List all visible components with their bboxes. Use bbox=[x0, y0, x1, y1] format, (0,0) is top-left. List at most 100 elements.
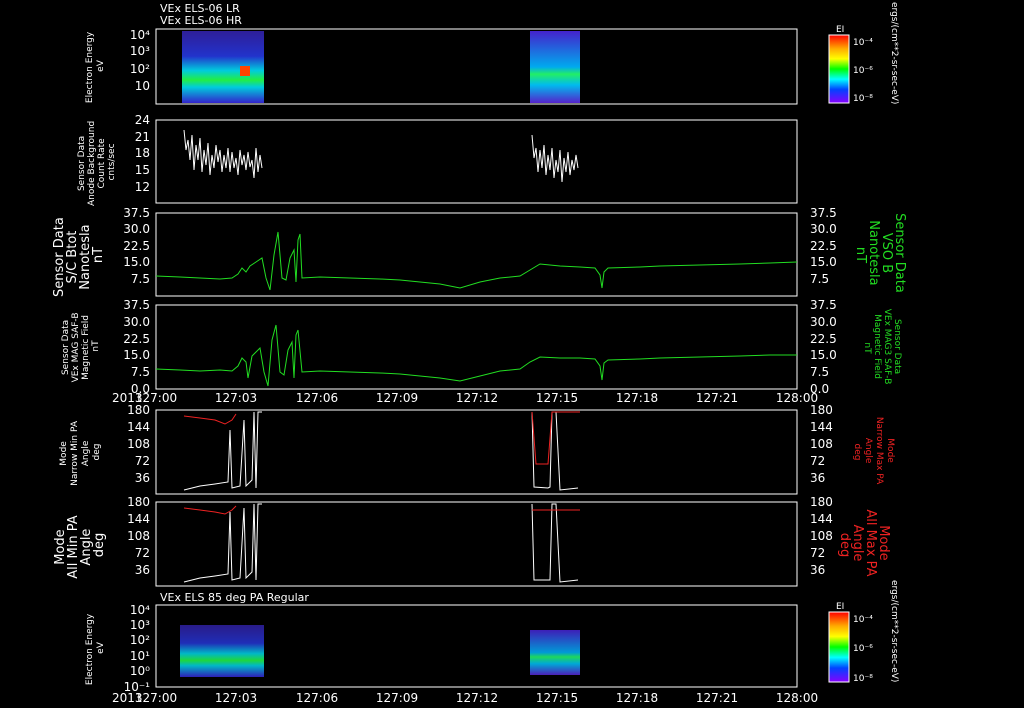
series-line bbox=[531, 411, 579, 491]
panel-narrow-pa: 180 144 108 72 36 180 144 108 72 36 Mode… bbox=[59, 403, 895, 495]
time-tick: 127:03 bbox=[215, 391, 257, 405]
time-tick: 127:21 bbox=[696, 391, 738, 405]
y-tick-right: 72 bbox=[810, 546, 825, 560]
panel-title: VEx ELS 85 deg PA Regular bbox=[160, 591, 309, 604]
time-tick: 127:15 bbox=[536, 691, 578, 705]
y-tick-right: 7.5 bbox=[810, 272, 829, 286]
y-tick: 7.5 bbox=[131, 272, 150, 286]
energy-tick: 10⁴ bbox=[130, 603, 150, 617]
panel-all-pa: 180 144 108 72 36 180 144 108 72 36 Mode… bbox=[53, 495, 891, 587]
y-axis-label: Sensor Data Anode Background Count Rate … bbox=[77, 118, 117, 206]
time-tick: 127:15 bbox=[536, 391, 578, 405]
time-tick: 127:18 bbox=[616, 391, 658, 405]
y-tick: 72 bbox=[135, 546, 150, 560]
panel-count-rate: 24 21 18 15 12 Sensor Data Anode Backgro… bbox=[77, 113, 798, 206]
y-axis-label: Electron Energy eV bbox=[85, 29, 106, 103]
y-tick: 30.0 bbox=[123, 222, 150, 236]
y-tick: 36 bbox=[135, 471, 150, 485]
colorbar-title: EI bbox=[836, 25, 844, 35]
series-line bbox=[155, 324, 797, 387]
spectrogram-hotspot bbox=[240, 66, 250, 76]
y-tick-right: 180 bbox=[810, 495, 833, 509]
colorbar bbox=[828, 34, 850, 104]
y-axis-label: Mode All Min PA Angle deg bbox=[53, 511, 107, 579]
right-axis-label: Mode All Max PA Angle deg bbox=[837, 509, 891, 580]
panel-btot: 37.5 30.0 22.5 15.0 7.5 37.5 30.0 22.5 1… bbox=[52, 206, 907, 297]
y-tick-right: 22.5 bbox=[810, 332, 837, 346]
time-tick: 127:09 bbox=[376, 391, 418, 405]
y-tick-right: 22.5 bbox=[810, 239, 837, 253]
y-tick-right: 144 bbox=[810, 420, 833, 434]
colorbar-tick: 10⁻⁸ bbox=[853, 674, 873, 684]
right-axis-label: Sensor Data VEx MAG3 SAF-B Magnetic Fiel… bbox=[862, 309, 902, 388]
series-line bbox=[531, 503, 579, 583]
series-line bbox=[531, 134, 579, 183]
y-tick: 144 bbox=[127, 420, 150, 434]
energy-tick: 10¹ bbox=[130, 649, 150, 663]
series-line bbox=[183, 129, 263, 179]
y-tick-right: 108 bbox=[810, 529, 833, 543]
y-axis-label: Sensor Data S/C Btot Nanotesla nT bbox=[52, 213, 106, 297]
y-tick-right: 108 bbox=[810, 437, 833, 451]
y-tick: 108 bbox=[127, 437, 150, 451]
y-tick-right: 36 bbox=[810, 471, 825, 485]
y-tick: 30.0 bbox=[123, 315, 150, 329]
colorbar bbox=[828, 611, 850, 683]
y-tick: 180 bbox=[127, 495, 150, 509]
colorbar-tick: 10⁻⁴ bbox=[853, 615, 873, 625]
energy-tick: 10² bbox=[130, 633, 150, 647]
spectrogram-block bbox=[530, 630, 580, 675]
colorbar-tick: 10⁻⁶ bbox=[853, 66, 873, 76]
y-tick-right: 15.0 bbox=[810, 255, 837, 269]
y-axis-label: Electron Energy eV bbox=[85, 611, 106, 685]
y-tick-right: 144 bbox=[810, 512, 833, 526]
right-axis-label: Sensor Data VSO B Nanotesla nT bbox=[853, 213, 907, 297]
y-tick: 36 bbox=[135, 563, 150, 577]
spectrogram-block bbox=[182, 31, 264, 103]
colorbar-tick: 10⁻⁸ bbox=[853, 94, 873, 104]
right-axis-label: Mode Narrow Max PA Angle deg bbox=[852, 417, 895, 487]
time-tick: 127:18 bbox=[616, 691, 658, 705]
y-tick: 144 bbox=[127, 512, 150, 526]
y-tick-right: 37.5 bbox=[810, 206, 837, 220]
time-tick: 127:00 bbox=[135, 691, 177, 705]
y-axis-label: Mode Narrow Min PA Angle deg bbox=[59, 418, 102, 486]
y-tick: 7.5 bbox=[131, 365, 150, 379]
time-tick: 127:06 bbox=[296, 391, 338, 405]
y-tick: 37.5 bbox=[123, 298, 150, 312]
y-tick: 24 bbox=[135, 113, 150, 127]
y-axis-label: Sensor Data VEx MAG SAF-B Magnetic Field… bbox=[61, 310, 101, 383]
energy-tick: 10³ bbox=[130, 44, 150, 58]
energy-tick: 10³ bbox=[130, 618, 150, 632]
colorbar-units: ergs/(cm**2-sr-sec-eV) bbox=[889, 2, 899, 104]
y-tick: 18 bbox=[135, 146, 150, 160]
y-tick: 15.0 bbox=[123, 348, 150, 362]
series-line bbox=[183, 505, 237, 515]
y-tick: 22.5 bbox=[123, 332, 150, 346]
figure: VEx ELS-06 LR VEx ELS-06 HR 10⁴ 10³ 10² … bbox=[52, 2, 907, 705]
y-tick-right: 72 bbox=[810, 454, 825, 468]
time-tick: 127:09 bbox=[376, 691, 418, 705]
y-tick-right: 15.0 bbox=[810, 348, 837, 362]
series-line bbox=[183, 503, 262, 583]
time-tick: 127:12 bbox=[456, 391, 498, 405]
colorbar-units: ergs/(cm**2-sr-sec-eV) bbox=[889, 580, 899, 682]
panel-mag: 37.5 30.0 22.5 15.0 7.5 0.0 37.5 30.0 22… bbox=[61, 298, 902, 396]
series-line bbox=[183, 413, 237, 425]
time-tick: 127:12 bbox=[456, 691, 498, 705]
y-tick: 15.0 bbox=[123, 255, 150, 269]
spectrogram-block bbox=[180, 625, 264, 677]
y-tick-right: 30.0 bbox=[810, 222, 837, 236]
y-tick: 72 bbox=[135, 454, 150, 468]
y-tick: 22.5 bbox=[123, 239, 150, 253]
spectrogram-block bbox=[530, 31, 580, 103]
energy-tick: 10⁴ bbox=[130, 28, 150, 42]
y-tick-right: 36 bbox=[810, 563, 825, 577]
energy-tick: 10⁰ bbox=[130, 664, 150, 678]
colorbar-tick: 10⁻⁴ bbox=[853, 38, 873, 48]
y-tick: 180 bbox=[127, 403, 150, 417]
y-tick: 12 bbox=[135, 180, 150, 194]
series-line bbox=[155, 231, 798, 291]
y-tick-right: 37.5 bbox=[810, 298, 837, 312]
time-tick: 128:00 bbox=[776, 691, 818, 705]
